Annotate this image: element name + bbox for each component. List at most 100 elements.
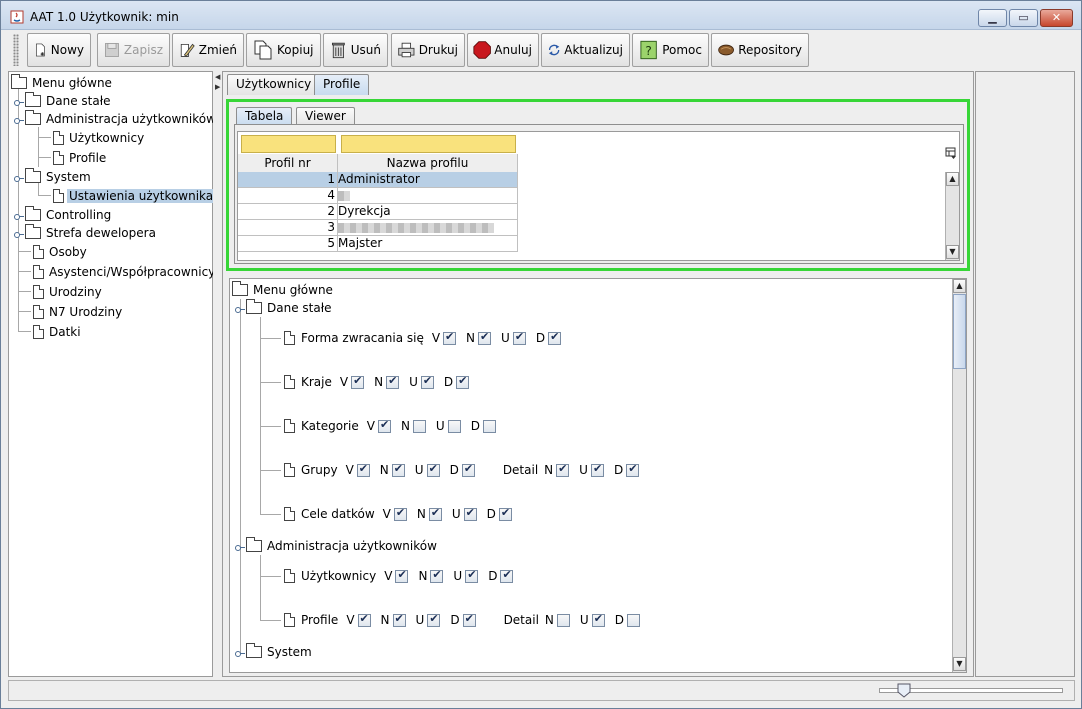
checkbox-new[interactable] [428, 506, 442, 521]
checkbox-delete[interactable] [456, 374, 470, 389]
cancel-button[interactable]: Anuluj [467, 33, 539, 67]
checkbox-delete[interactable] [482, 419, 496, 433]
tree-item-urodziny[interactable]: Urodziny [33, 283, 104, 301]
tree-item-uzytkownicy[interactable]: Użytkownicy [53, 129, 146, 147]
edit-button[interactable]: Zmień [172, 33, 244, 67]
checkbox-detail-new[interactable] [556, 462, 570, 477]
checkbox-new[interactable] [430, 568, 444, 583]
new-button[interactable]: Nowy [27, 33, 91, 67]
checkbox-update[interactable] [512, 330, 526, 345]
tree-expand-handle-icon[interactable] [235, 542, 245, 551]
zoom-slider-knob[interactable] [896, 682, 912, 698]
tree-item-profile[interactable]: Profile [53, 149, 108, 167]
tree-expand-handle-icon[interactable] [14, 211, 24, 220]
checkbox-new[interactable] [391, 462, 405, 477]
copy-button[interactable]: Kopiuj [246, 33, 321, 67]
checkbox-update[interactable] [463, 506, 477, 521]
checkbox-new[interactable] [478, 330, 492, 345]
checkbox-detail-delete[interactable] [626, 613, 640, 627]
perm-tree-root[interactable]: Menu główne [232, 281, 335, 299]
repository-button[interactable]: Repository [711, 33, 809, 67]
checkbox-view[interactable] [356, 462, 370, 477]
perm-group-administracja[interactable]: Administracja użytkowników [235, 537, 439, 555]
table-cell-nr[interactable]: 2 [238, 204, 338, 220]
close-button[interactable]: ✕ [1040, 9, 1073, 27]
checkbox-new[interactable] [392, 612, 406, 627]
perm-group-dane-stale[interactable]: Dane stałe [235, 299, 334, 317]
column-header-profil-nr[interactable]: Profil nr [238, 154, 338, 172]
column-chooser-icon[interactable] [945, 147, 957, 159]
minimize-button[interactable]: ▁ [978, 9, 1007, 27]
table-cell-nr[interactable]: 5 [238, 236, 338, 252]
checkbox-view[interactable] [443, 330, 457, 345]
checkbox-update[interactable] [420, 374, 434, 389]
column-header-nazwa-profilu[interactable]: Nazwa profilu [338, 154, 518, 172]
save-button[interactable]: Zapisz [97, 33, 170, 67]
tree-expand-handle-icon[interactable] [14, 173, 24, 182]
permissions-vertical-scrollbar[interactable]: ▲ ▼ [952, 279, 966, 672]
tree-item-strefa[interactable]: Strefa dewelopera [14, 224, 158, 242]
checkbox-detail-update[interactable] [591, 612, 605, 627]
table-vertical-scrollbar[interactable]: ▲ ▼ [945, 172, 959, 260]
tree-expand-handle-icon[interactable] [14, 229, 24, 238]
checkbox-update[interactable] [426, 462, 440, 477]
checkbox-delete[interactable] [498, 506, 512, 521]
scroll-down-arrow-icon[interactable]: ▼ [953, 657, 966, 671]
scroll-up-arrow-icon[interactable]: ▲ [946, 172, 959, 186]
tree-item-asystenci[interactable]: Asystenci/Współpracownicy [33, 263, 217, 281]
tree-item-datki[interactable]: Datki [33, 323, 83, 341]
checkbox-view[interactable] [351, 374, 365, 389]
tree-item-osoby[interactable]: Osoby [33, 243, 89, 261]
tree-expand-handle-icon[interactable] [235, 304, 245, 313]
tree-expand-handle-icon[interactable] [14, 97, 24, 106]
table-cell-name[interactable]: Majster [338, 236, 518, 252]
checkbox-delete[interactable] [548, 330, 562, 345]
scroll-down-arrow-icon[interactable]: ▼ [946, 245, 959, 259]
checkbox-new[interactable] [412, 419, 426, 433]
tree-item-dane-stale[interactable]: Dane stałe [14, 92, 113, 110]
checkbox-delete[interactable] [461, 462, 475, 477]
table-cell-nr[interactable]: 1 [238, 172, 338, 188]
tab-profile[interactable]: Profile [314, 74, 370, 95]
filter-profil-nr[interactable] [241, 135, 336, 153]
expand-right-arrow-icon[interactable]: ▶ [215, 83, 220, 91]
checkbox-detail-new[interactable] [556, 613, 570, 627]
tree-expand-handle-icon[interactable] [14, 115, 24, 124]
tab-uzytkownicy[interactable]: Użytkownicy [227, 74, 321, 95]
print-button[interactable]: Drukuj [391, 33, 465, 67]
table-cell-name[interactable]: Administrator [338, 172, 518, 188]
table-cell-name-redacted[interactable] [338, 188, 518, 204]
tree-item-system[interactable]: System [14, 168, 93, 186]
tree-root[interactable]: Menu główne [11, 74, 114, 92]
checkbox-view[interactable] [377, 418, 391, 433]
tree-item-ustawienia[interactable]: Ustawienia użytkownika [53, 187, 216, 205]
toolbar-grip[interactable] [13, 34, 19, 66]
scroll-up-arrow-icon[interactable]: ▲ [953, 279, 966, 293]
checkbox-delete[interactable] [500, 568, 514, 583]
filter-nazwa-profilu[interactable] [341, 135, 516, 153]
checkbox-new[interactable] [386, 374, 400, 389]
tree-item-administracja[interactable]: Administracja użytkowników [14, 110, 218, 128]
tree-expand-handle-icon[interactable] [235, 648, 245, 657]
collapse-left-arrow-icon[interactable]: ◀ [215, 73, 220, 81]
table-cell-name-redacted[interactable] [338, 220, 518, 236]
scroll-thumb[interactable] [953, 294, 966, 369]
perm-group-system[interactable]: System [235, 643, 314, 661]
tree-item-controlling[interactable]: Controlling [14, 206, 113, 224]
split-pane-divider[interactable]: ◀ ▶ [213, 71, 222, 677]
table-cell-name[interactable]: Dyrekcja [338, 204, 518, 220]
checkbox-update[interactable] [447, 419, 461, 433]
maximize-button[interactable]: ▭ [1009, 9, 1038, 27]
refresh-button[interactable]: Aktualizuj [541, 33, 630, 67]
table-cell-nr[interactable]: 3 [238, 220, 338, 236]
checkbox-delete[interactable] [462, 612, 476, 627]
checkbox-detail-delete[interactable] [626, 462, 640, 477]
checkbox-view[interactable] [357, 612, 371, 627]
tree-item-n7-urodziny[interactable]: N7 Urodziny [33, 303, 124, 321]
help-button[interactable]: ? Pomoc [632, 33, 709, 67]
checkbox-view[interactable] [393, 506, 407, 521]
checkbox-update[interactable] [427, 612, 441, 627]
delete-button[interactable]: Usuń [323, 33, 388, 67]
checkbox-view[interactable] [395, 568, 409, 583]
table-cell-nr[interactable]: 4 [238, 188, 338, 204]
